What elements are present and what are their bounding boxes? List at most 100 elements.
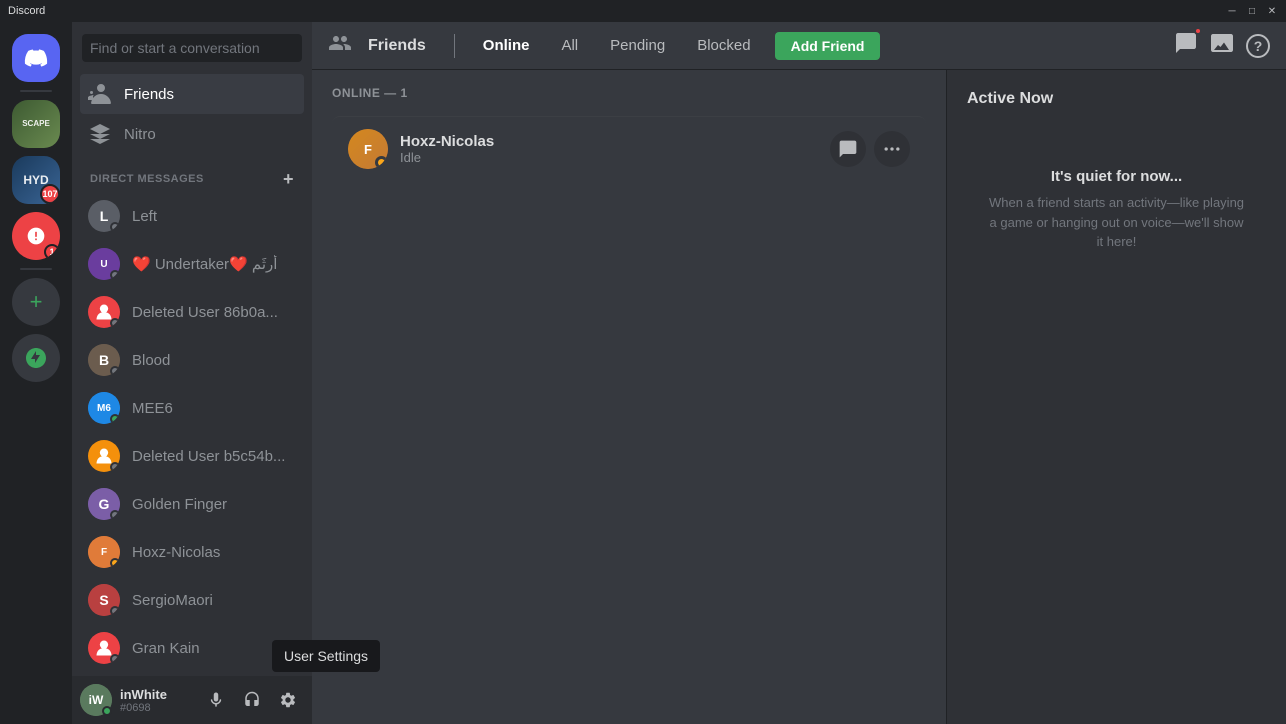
friend-actions-hoxz [830, 131, 910, 167]
server-badge-2: 107 [40, 184, 60, 204]
search-input[interactable] [82, 34, 302, 62]
user-bar-discriminator: #0698 [120, 702, 192, 714]
dm-status-sergio [110, 606, 120, 616]
user-bar-avatar: iW [80, 684, 112, 716]
dm-item-blood[interactable]: B Blood [80, 336, 304, 384]
help-button[interactable]: ? [1246, 34, 1270, 58]
nitro-nav-label: Nitro [124, 126, 156, 143]
tab-pending[interactable]: Pending [602, 33, 673, 58]
dm-item-undertaker[interactable]: U ❤️ Undertaker❤️ أرثَم [80, 240, 304, 288]
dm-item-left[interactable]: L Left [80, 192, 304, 240]
user-bar-actions: User Settings [200, 684, 304, 716]
add-friend-button[interactable]: Add Friend [775, 32, 881, 60]
nitro-icon [88, 122, 112, 146]
active-now-quiet: It's quiet for now... When a friend star… [967, 128, 1266, 292]
dm-avatar-goldenfinger: G [88, 488, 120, 520]
dm-name-deleted1: Deleted User 86b0a... [132, 304, 296, 321]
maximize-button[interactable]: □ [1246, 5, 1258, 17]
dm-name-left: Left [132, 208, 296, 225]
server-icon-3[interactable]: 1 [12, 212, 60, 260]
user-bar-name: inWhite [120, 687, 192, 702]
dm-name-mee6: MEE6 [132, 400, 296, 417]
server-divider-2 [20, 268, 52, 270]
friends-nav-item[interactable]: Friends [80, 74, 304, 114]
friend-status-text-hoxz: Idle [400, 150, 830, 165]
main-header: Friends Online All Pending Blocked Add F… [312, 22, 1286, 70]
dm-item-mee6[interactable]: M6 MEE6 [80, 384, 304, 432]
dm-status-deleted2 [110, 462, 120, 472]
add-server-button[interactable]: + [12, 278, 60, 326]
dm-item-grankain[interactable]: Gran Kain [80, 624, 304, 672]
header-actions: ? [1174, 31, 1270, 60]
mute-button[interactable] [200, 684, 232, 716]
header-divider [454, 34, 455, 58]
friend-item-hoxz[interactable]: F Hoxz-Nicolas Idle [332, 116, 926, 181]
deafen-button[interactable] [236, 684, 268, 716]
friend-info-hoxz: Hoxz-Nicolas Idle [400, 133, 830, 165]
app-body: SCAPE HYD 107 1 + [0, 22, 1286, 724]
dm-avatar-grankain [88, 632, 120, 664]
titlebar-title: Discord [8, 5, 45, 17]
dm-avatar-deleted2 [88, 440, 120, 472]
dm-avatar-sergio: S [88, 584, 120, 616]
tab-blocked[interactable]: Blocked [689, 33, 758, 58]
user-settings-button[interactable] [272, 684, 304, 716]
dm-avatar-deleted1 [88, 296, 120, 328]
dm-item-goldenfinger[interactable]: G Golden Finger [80, 480, 304, 528]
dm-name-blood: Blood [132, 352, 296, 369]
user-bar: iW inWhite #0698 User Settings [72, 676, 312, 724]
active-now-panel: Active Now It's quiet for now... When a … [946, 70, 1286, 724]
dm-name-goldenfinger: Golden Finger [132, 496, 296, 513]
more-options-button[interactable] [874, 131, 910, 167]
titlebar: Discord ─ □ ✕ [0, 0, 1286, 22]
explore-servers-button[interactable] [12, 334, 60, 382]
dm-avatar-left: L [88, 200, 120, 232]
server-icon-2[interactable]: HYD 107 [12, 156, 60, 204]
dm-status-goldenfinger [110, 510, 120, 520]
dm-sidebar: Friends Nitro DIRECT MESSAGES + L Left [72, 22, 312, 724]
dm-item-sergio[interactable]: S SergioMaori [80, 576, 304, 624]
add-dm-button[interactable]: + [283, 170, 294, 188]
friend-avatar-hoxz: F [348, 129, 388, 169]
user-bar-info: inWhite #0698 [120, 687, 192, 714]
friend-status-idle [375, 156, 388, 169]
titlebar-controls: ─ □ ✕ [1226, 5, 1278, 17]
message-friend-button[interactable] [830, 131, 866, 167]
dm-status-grankain [110, 654, 120, 664]
main-content: Friends Online All Pending Blocked Add F… [312, 22, 1286, 724]
tab-online[interactable]: Online [475, 33, 538, 58]
active-now-title: Active Now [967, 90, 1266, 108]
friends-header-icon [328, 31, 352, 60]
dm-item-hoxz[interactable]: F Hoxz-Nicolas [80, 528, 304, 576]
dm-list: L Left U ❤️ Undertaker❤️ أرثَم Deleted U… [72, 192, 312, 676]
close-button[interactable]: ✕ [1266, 5, 1278, 17]
dm-name-hoxz: Hoxz-Nicolas [132, 544, 296, 561]
dm-status-undertaker [110, 270, 120, 280]
friends-icon [88, 82, 112, 106]
dm-avatar-hoxz: F [88, 536, 120, 568]
home-button[interactable] [12, 34, 60, 82]
dm-status-mee6 [110, 414, 120, 424]
server-icon-1[interactable]: SCAPE [12, 100, 60, 148]
friends-content: ONLINE — 1 F Hoxz-Nicolas Idle [312, 70, 1286, 724]
dm-search-area [72, 22, 312, 74]
server-badge-3: 1 [44, 244, 60, 260]
tab-all[interactable]: All [553, 33, 586, 58]
dm-status-blood [110, 366, 120, 376]
minimize-button[interactable]: ─ [1226, 5, 1238, 17]
dm-name-grankain: Gran Kain [132, 640, 296, 657]
dm-name-deleted2: Deleted User b5c54b... [132, 448, 296, 465]
new-group-dm-button[interactable] [1174, 31, 1198, 60]
inbox-button[interactable] [1210, 31, 1234, 60]
dm-nav: Friends Nitro [72, 74, 312, 154]
server-divider [20, 90, 52, 92]
server-sidebar: SCAPE HYD 107 1 + [0, 22, 72, 724]
dm-status-hoxz [110, 558, 120, 568]
dm-avatar-undertaker: U [88, 248, 120, 280]
dm-name-undertaker: ❤️ Undertaker❤️ أرثَم [132, 255, 296, 273]
dm-name-sergio: SergioMaori [132, 592, 296, 609]
dm-item-deleted1[interactable]: Deleted User 86b0a... [80, 288, 304, 336]
dm-item-deleted2[interactable]: Deleted User b5c54b... [80, 432, 304, 480]
nitro-nav-item[interactable]: Nitro [80, 114, 304, 154]
dm-status-left [110, 222, 120, 232]
